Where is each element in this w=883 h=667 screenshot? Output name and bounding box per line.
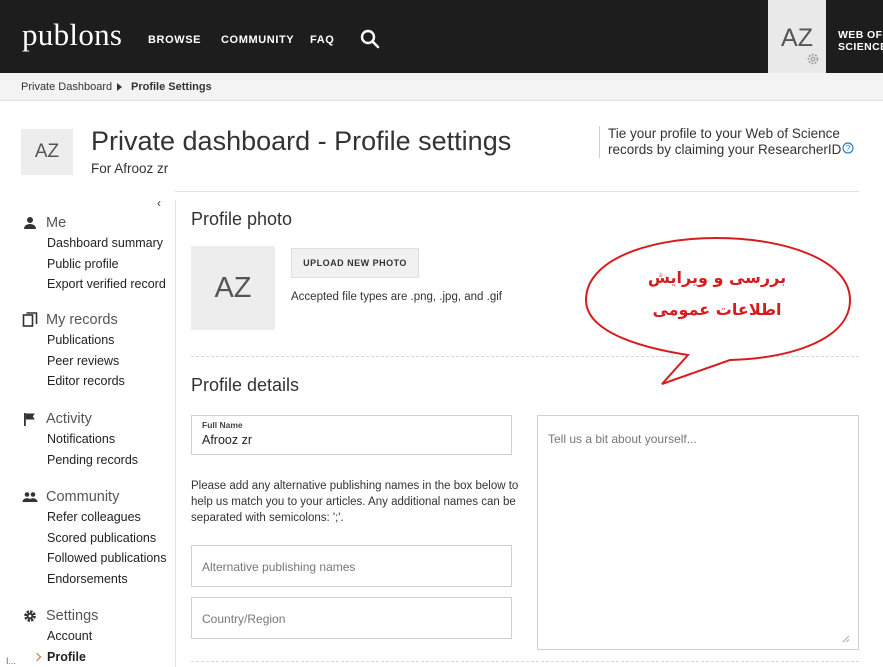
wos-line-1: WEB OF <box>838 29 883 41</box>
sidebar-item-refer-colleagues[interactable]: Refer colleagues <box>22 507 167 528</box>
claim-researcherid-link[interactable]: Tie your profile to your Web of Science … <box>599 126 859 158</box>
sidebar-heading-activity: Activity <box>22 409 138 429</box>
sidebar-heading-community: Community <box>22 487 167 507</box>
header-avatar: AZ <box>21 129 73 175</box>
sidebar-item-notifications[interactable]: Notifications <box>22 429 138 450</box>
accepted-file-types-text: Accepted file types are .png, .jpg, and … <box>291 291 502 303</box>
sidebar-item-export-verified-record[interactable]: Export verified record <box>22 274 166 295</box>
sidebar-heading-label: My records <box>46 312 118 328</box>
sidebar-heading-settings: Settings <box>22 606 98 626</box>
search-icon[interactable] <box>360 29 380 49</box>
collapse-sidebar-icon[interactable]: ‹ <box>157 196 161 210</box>
sidebar-item-followed-publications[interactable]: Followed publications <box>22 548 167 569</box>
sidebar-heading-me: Me <box>22 213 166 233</box>
svg-text:?: ? <box>846 144 851 153</box>
alternative-publishing-names-input[interactable]: Alternative publishing names <box>191 545 512 587</box>
full-name-value[interactable]: Afrooz zr <box>202 433 252 447</box>
person-icon <box>24 217 36 229</box>
breadcrumb-separator-icon <box>117 83 122 91</box>
breadcrumb: Private Dashboard Profile Settings <box>0 73 883 101</box>
help-circle-icon[interactable]: ? <box>842 142 854 154</box>
top-navigation-bar: publons BROWSE COMMUNITY FAQ AZ WEB OF S… <box>0 0 883 73</box>
page-subtitle: For Afrooz zr <box>91 161 169 176</box>
sidebar-item-publications[interactable]: Publications <box>22 330 125 351</box>
sidebar-heading-label: Me <box>46 215 67 231</box>
page-title: Private dashboard - Profile settings <box>91 126 512 156</box>
sidebar-item-endorsements[interactable]: Endorsements <box>22 569 167 590</box>
people-icon <box>22 492 38 502</box>
country-region-input[interactable]: Country/Region <box>191 597 512 639</box>
gear-icon <box>807 53 819 65</box>
sidebar-group-me: Me Dashboard summary Public profile Expo… <box>22 213 166 295</box>
annotation-text: بررسی و ویرایش اطلاعات عمومی <box>603 262 831 326</box>
web-of-science-link[interactable]: WEB OF SCIENCE <box>838 29 883 53</box>
upload-new-photo-button[interactable]: UPLOAD NEW PHOTO <box>291 248 419 278</box>
sidebar-item-dashboard-summary[interactable]: Dashboard summary <box>22 233 166 254</box>
country-region-placeholder: Country/Region <box>202 612 286 626</box>
resize-handle-icon[interactable] <box>842 635 850 643</box>
sidebar-item-public-profile[interactable]: Public profile <box>22 254 166 275</box>
claim-text: Tie your profile to your Web of Science … <box>608 126 842 157</box>
full-name-field[interactable]: Full Name Afrooz zr <box>191 415 512 455</box>
sidebar-item-scored-publications[interactable]: Scored publications <box>22 528 167 549</box>
profile-photo-placeholder: AZ <box>191 246 275 330</box>
user-avatar-initials: AZ <box>781 24 813 52</box>
user-avatar-menu[interactable]: AZ <box>768 0 826 73</box>
sidebar-item-peer-reviews[interactable]: Peer reviews <box>22 351 125 372</box>
sidebar-group-activity: Activity Notifications Pending records <box>22 409 138 470</box>
bio-placeholder: Tell us a bit about yourself... <box>548 432 697 446</box>
sidebar-heading-label: Activity <box>46 411 92 427</box>
profile-photo-heading: Profile photo <box>191 209 293 229</box>
bio-textarea[interactable]: Tell us a bit about yourself... <box>537 415 859 650</box>
annotation-line-1: بررسی و ویرایش <box>647 268 787 287</box>
flag-icon <box>24 413 35 426</box>
gear-icon <box>24 610 36 622</box>
records-icon <box>22 312 38 327</box>
sidebar-item-editor-records[interactable]: Editor records <box>22 371 125 392</box>
sidebar-group-community: Community Refer colleagues Scored public… <box>22 487 167 589</box>
sidebar-bottom-text: I... <box>6 656 17 666</box>
sidebar-item-profile[interactable]: Profile <box>22 647 98 667</box>
header-divider <box>175 191 859 192</box>
wos-line-2: SCIENCE <box>838 41 883 53</box>
nav-community[interactable]: COMMUNITY <box>221 34 294 46</box>
breadcrumb-private-dashboard[interactable]: Private Dashboard <box>21 81 112 93</box>
sidebar-heading-my-records: My records <box>22 310 125 330</box>
alternative-names-help-text: Please add any alternative publishing na… <box>191 480 519 524</box>
publons-logo[interactable]: publons <box>22 17 122 53</box>
sidebar-heading-label: Settings <box>46 608 99 624</box>
profile-details-heading: Profile details <box>191 375 300 395</box>
sidebar-item-account[interactable]: Account <box>22 626 98 647</box>
breadcrumb-profile-settings: Profile Settings <box>131 81 212 93</box>
alternative-names-placeholder: Alternative publishing names <box>202 560 356 574</box>
nav-browse[interactable]: BROWSE <box>148 34 201 46</box>
annotation-line-2: اطلاعات عمومی <box>652 300 782 319</box>
sidebar-item-pending-records[interactable]: Pending records <box>22 450 138 471</box>
sidebar-group-settings: Settings Account Profile <box>22 606 98 667</box>
full-name-label: Full Name <box>202 420 243 430</box>
nav-faq[interactable]: FAQ <box>310 34 334 46</box>
sidebar-group-my-records: My records Publications Peer reviews Edi… <box>22 310 125 392</box>
section-divider-bottom <box>191 661 859 662</box>
sidebar-heading-label: Community <box>46 489 120 505</box>
sidebar-divider <box>175 200 176 667</box>
